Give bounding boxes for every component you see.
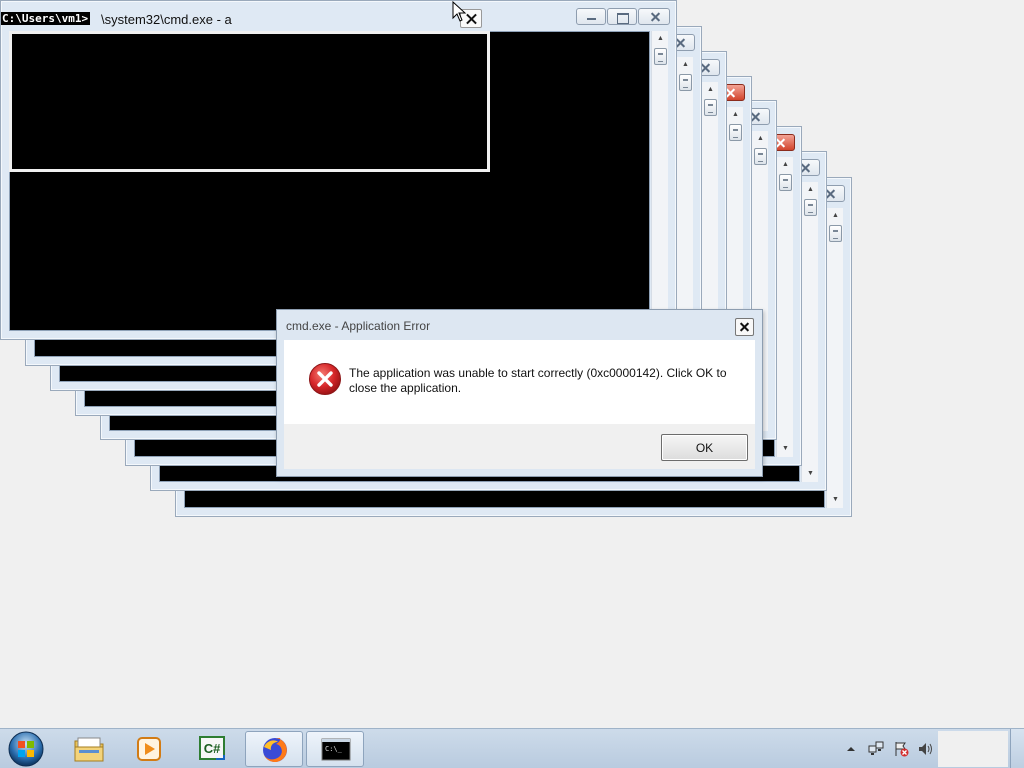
show-hidden-icons-icon[interactable] <box>843 741 859 757</box>
prompt-text: C:\Users\vm1> <box>1 12 91 25</box>
scroll-down-icon[interactable]: ▼ <box>777 441 794 457</box>
quickedit-selection[interactable] <box>9 31 490 172</box>
application-error-dialog[interactable]: cmd.exe - Application Error The applicat… <box>276 309 763 477</box>
scroll-thumb[interactable] <box>829 225 842 242</box>
volume-icon[interactable] <box>918 741 934 757</box>
scroll-thumb[interactable] <box>679 74 692 91</box>
scroll-up-icon[interactable]: ▲ <box>677 57 694 73</box>
window-title: \system32\cmd.exe - a <box>101 12 232 27</box>
error-icon <box>309 363 341 395</box>
network-icon[interactable] <box>868 741 884 757</box>
start-button[interactable] <box>6 730 46 768</box>
firefox-icon <box>263 738 287 762</box>
scroll-down-icon[interactable]: ▼ <box>802 466 819 482</box>
scroll-up-icon[interactable]: ▲ <box>827 208 844 224</box>
svg-text:C:\_: C:\_ <box>325 745 343 753</box>
scroll-thumb[interactable] <box>779 174 792 191</box>
scroll-up-icon[interactable]: ▲ <box>777 157 794 173</box>
cmd-icon: C:\_ <box>321 738 351 761</box>
minimize-button[interactable] <box>576 8 606 25</box>
taskbar-cmd[interactable]: C:\_ <box>306 731 364 767</box>
vertical-scrollbar[interactable]: ▲ ▼ <box>651 31 668 331</box>
caption-buttons <box>576 8 670 25</box>
taskbar-explorer[interactable] <box>60 731 118 767</box>
csharp-icon: C# <box>199 736 225 760</box>
vertical-scrollbar[interactable]: ▲ ▼ <box>801 182 818 482</box>
scroll-thumb[interactable] <box>754 148 767 165</box>
svg-text:C#: C# <box>204 741 221 756</box>
taskbar-csharp[interactable]: C# <box>183 731 241 767</box>
scroll-thumb[interactable] <box>729 124 742 141</box>
close-icon[interactable] <box>735 318 754 336</box>
action-center-icon[interactable] <box>893 741 909 757</box>
dialog-title: cmd.exe - Application Error <box>286 319 431 333</box>
scroll-down-icon[interactable]: ▼ <box>827 492 844 508</box>
dialog-footer: OK <box>284 424 755 469</box>
taskbar-firefox[interactable] <box>245 731 303 767</box>
folder-icon <box>74 737 104 762</box>
scroll-thumb[interactable] <box>654 48 667 65</box>
vertical-scrollbar[interactable]: ▲ ▼ <box>826 208 843 508</box>
show-desktop-button[interactable] <box>1010 729 1024 768</box>
maximize-button[interactable] <box>607 8 637 25</box>
scroll-thumb[interactable] <box>704 99 717 116</box>
ok-button[interactable]: OK <box>661 434 748 461</box>
clock-area[interactable] <box>938 731 1008 767</box>
system-tray <box>843 741 934 757</box>
mouse-cursor-icon <box>452 1 467 22</box>
taskbar: C# C:\_ <box>0 728 1024 768</box>
error-message: The application was unable to start corr… <box>349 366 727 395</box>
scroll-up-icon[interactable]: ▲ <box>702 82 719 98</box>
scroll-up-icon[interactable]: ▲ <box>727 107 744 123</box>
scroll-up-icon[interactable]: ▲ <box>752 131 769 147</box>
taskbar-media-player[interactable] <box>120 731 178 767</box>
scroll-up-icon[interactable]: ▲ <box>802 182 819 198</box>
media-player-icon <box>137 737 161 761</box>
close-button[interactable] <box>638 8 670 25</box>
vertical-scrollbar[interactable]: ▲ ▼ <box>776 157 793 457</box>
dialog-body: The application was unable to start corr… <box>284 340 755 424</box>
scroll-up-icon[interactable]: ▲ <box>652 31 669 47</box>
cmd-window-front[interactable]: ▲ ▼ C:\Users\vm1> \system32\cmd.exe - a <box>0 0 677 340</box>
scroll-thumb[interactable] <box>804 199 817 216</box>
